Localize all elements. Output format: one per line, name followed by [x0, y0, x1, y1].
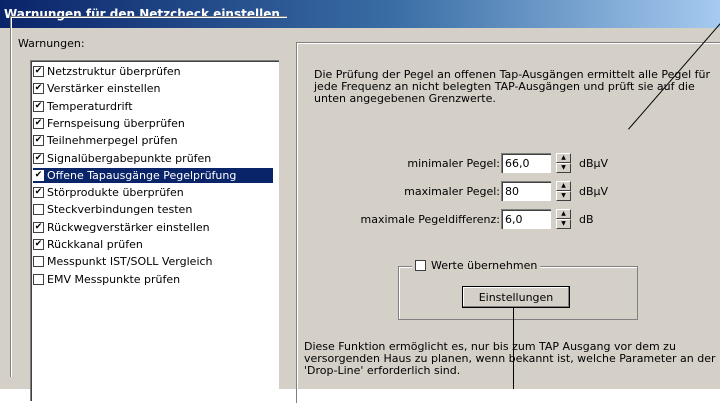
item-checkbox[interactable]: ✔ — [33, 135, 44, 146]
item-checkbox[interactable]: ✔ — [33, 83, 44, 94]
max-level-unit: dBµV — [579, 185, 609, 198]
max-diff-spinner[interactable]: ▲ ▼ — [556, 209, 571, 229]
item-checkbox[interactable]: ✔ — [33, 170, 44, 181]
max-level-label: maximaler Pegel: — [404, 185, 500, 198]
min-level-input[interactable]: 66,0 — [501, 153, 551, 173]
leader-line-bottom — [513, 308, 514, 389]
adopt-values-checkbox[interactable] — [415, 260, 426, 271]
min-level-spinner[interactable]: ▲ ▼ — [556, 153, 571, 173]
list-item[interactable]: EMV Messpunkte prüfen — [33, 272, 273, 287]
list-item[interactable]: ✔ Offene Tapausgänge Pegelprüfung — [33, 168, 273, 183]
list-item[interactable]: ✔ Fernspeisung überprüfen — [33, 116, 273, 131]
spin-down-icon[interactable]: ▼ — [556, 191, 571, 201]
item-label: Teilnehmerpegel prüfen — [47, 134, 178, 147]
list-item[interactable]: ✔ Temperaturdrift — [33, 99, 273, 114]
list-item[interactable]: ✔ Signalübergabepunkte prüfen — [33, 151, 273, 166]
warnings-group-label: Warnungen: — [16, 37, 87, 50]
spin-down-icon[interactable]: ▼ — [556, 219, 571, 229]
item-label: Störprodukte überprüfen — [47, 186, 184, 199]
item-checkbox[interactable]: ✔ — [33, 101, 44, 112]
item-label: Netzstruktur überprüfen — [47, 65, 181, 78]
item-checkbox[interactable] — [33, 256, 44, 267]
item-checkbox[interactable]: ✔ — [33, 187, 44, 198]
item-checkbox[interactable]: ✔ — [33, 66, 44, 77]
adopt-values-legend: Werte übernehmen — [412, 259, 541, 272]
item-checkbox[interactable] — [33, 204, 44, 215]
list-item[interactable]: ✔ Teilnehmerpegel prüfen — [33, 133, 273, 148]
max-level-spinner[interactable]: ▲ ▼ — [556, 181, 571, 201]
min-level-unit: dBµV — [579, 157, 609, 170]
item-checkbox[interactable] — [33, 274, 44, 285]
item-label: Temperaturdrift — [47, 100, 133, 113]
spin-up-icon[interactable]: ▲ — [556, 181, 571, 191]
list-item[interactable]: ✔ Rückkanal prüfen — [33, 237, 273, 252]
item-label: Signalübergabepunkte prüfen — [47, 152, 212, 165]
spin-down-icon[interactable]: ▼ — [556, 163, 571, 173]
min-level-label: minimaler Pegel: — [407, 157, 500, 170]
item-label: Fernspeisung überprüfen — [47, 117, 185, 130]
item-label: Rückkanal prüfen — [47, 238, 143, 251]
spin-up-icon[interactable]: ▲ — [556, 209, 571, 219]
item-label: Verstärker einstellen — [47, 82, 161, 95]
item-checkbox[interactable]: ✔ — [33, 153, 44, 164]
item-label: Rückwegverstärker einstellen — [47, 221, 210, 234]
list-item[interactable]: ✔ Verstärker einstellen — [33, 81, 273, 96]
item-label: EMV Messpunkte prüfen — [47, 273, 181, 286]
item-label: Messpunkt IST/SOLL Vergleich — [47, 255, 213, 268]
list-item[interactable]: ✔ Rückwegverstärker einstellen — [33, 220, 273, 235]
list-item[interactable]: Steckverbindungen testen — [33, 202, 273, 217]
footer-text: Diese Funktion ermöglicht es, nur bis zu… — [304, 340, 716, 377]
max-diff-unit: dB — [579, 213, 594, 226]
list-item[interactable]: ✔ Störprodukte überprüfen — [33, 185, 273, 200]
max-diff-input[interactable]: 6,0 — [501, 209, 551, 229]
item-label: Offene Tapausgänge Pegelprüfung — [47, 169, 237, 182]
item-checkbox[interactable]: ✔ — [33, 222, 44, 233]
item-label: Steckverbindungen testen — [47, 203, 193, 216]
spin-up-icon[interactable]: ▲ — [556, 153, 571, 163]
list-item[interactable]: Messpunkt IST/SOLL Vergleich — [33, 254, 273, 269]
list-item[interactable]: ✔ Netzstruktur überprüfen — [33, 64, 273, 79]
item-checkbox[interactable]: ✔ — [33, 118, 44, 129]
max-diff-label: maximale Pegeldifferenz: — [360, 213, 501, 226]
max-level-input[interactable]: 80 — [501, 181, 551, 201]
adopt-values-label: Werte übernehmen — [431, 259, 538, 272]
settings-button[interactable]: Einstellungen — [462, 286, 570, 308]
item-checkbox[interactable]: ✔ — [33, 239, 44, 250]
